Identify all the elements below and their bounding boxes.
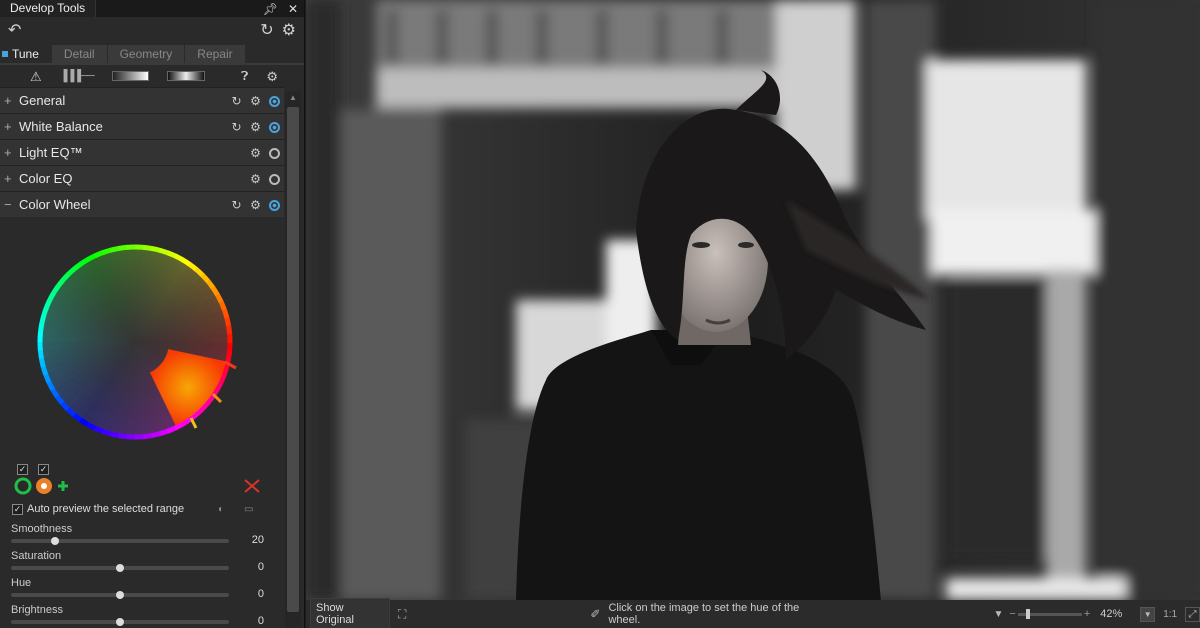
section-color-wheel[interactable]: − Color Wheel ↻ ⚙ — [0, 191, 284, 217]
enable-toggle[interactable] — [269, 173, 280, 185]
enable-toggle[interactable] — [269, 121, 280, 133]
photo-viewer[interactable] — [306, 0, 1200, 600]
smoothness-slider[interactable] — [11, 537, 229, 545]
saturation-slider[interactable] — [11, 564, 229, 572]
section-label: Color Wheel — [19, 197, 91, 212]
photo[interactable] — [306, 0, 1200, 600]
section-label: Light EQ™ — [19, 145, 83, 160]
enable-toggle[interactable] — [269, 95, 280, 107]
section-light-eq[interactable]: + Light EQ™ ⚙ — [0, 139, 284, 165]
reset-all-icon[interactable]: ↻ — [260, 23, 273, 39]
fullscreen-icon[interactable]: ⛶ — [398, 607, 406, 622]
hue-label: Hue — [11, 577, 32, 589]
smoothness-label: Smoothness — [11, 523, 73, 535]
reset-icon[interactable]: ↻ — [227, 120, 246, 134]
orange-range-center-icon — [41, 483, 47, 489]
settings-icon[interactable]: ⚙ — [282, 23, 296, 39]
tone-gradient-icon[interactable] — [111, 71, 150, 81]
tool-tabs: Tune Detail Geometry Repair — [0, 45, 304, 65]
range-1-checkbox[interactable]: ✓ — [17, 464, 28, 475]
saturation-slider-thumb[interactable] — [116, 564, 124, 572]
tab-geometry[interactable]: Geometry — [107, 45, 185, 63]
tab-tune[interactable]: Tune — [0, 45, 51, 63]
hue-slider-thumb[interactable] — [116, 591, 124, 599]
panel-toolbar: ↶ ↻ ⚙ — [0, 17, 304, 45]
zoom-slider[interactable] — [1017, 608, 1082, 619]
section-color-eq[interactable]: + Color EQ ⚙ — [0, 165, 284, 191]
section-label: General — [19, 93, 66, 108]
zoom-slider-group: − + — [1009, 608, 1090, 620]
one-to-one-button[interactable]: 1:1 — [1163, 609, 1177, 620]
gear-icon[interactable]: ⚙ — [246, 120, 265, 134]
panel-scrollbar[interactable]: ▲ — [285, 91, 301, 628]
gear-icon[interactable]: ⚙ — [246, 94, 265, 108]
green-range-icon[interactable] — [14, 477, 32, 495]
expand-icon[interactable]: + — [4, 145, 16, 160]
saturation-value[interactable]: 0 — [236, 561, 264, 573]
hint-text: Click on the image to set the hue of the… — [608, 602, 800, 626]
hue-value[interactable]: 0 — [236, 588, 264, 600]
gear-icon[interactable]: ⚙ — [246, 172, 265, 186]
preview-tools-row: ⚠ ▐▐▐── ❓︎ ⚙ — [0, 65, 304, 87]
color-picker-icon: ✐ — [590, 607, 601, 621]
fit-icon[interactable]: ⤢ — [1185, 606, 1200, 622]
gear-icon[interactable]: ⚙ — [246, 198, 265, 212]
expand-icon[interactable]: + — [4, 93, 16, 108]
enable-toggle[interactable] — [269, 199, 280, 211]
gear-icon[interactable]: ⚙ — [246, 146, 265, 160]
tab-repair[interactable]: Repair — [185, 45, 245, 63]
zoom-menu-icon[interactable]: ▼ — [1140, 606, 1156, 622]
smoothness-slider-thumb[interactable] — [50, 537, 59, 545]
brightness-slider[interactable] — [11, 618, 229, 626]
add-range-icon[interactable] — [58, 481, 68, 491]
range-2-checkbox[interactable]: ✓ — [38, 464, 49, 475]
panel-title: Develop Tools — [0, 0, 97, 17]
pin-icon[interactable]: 📌︎ — [263, 2, 278, 16]
auto-preview-label: Auto preview the selected range — [27, 503, 185, 515]
brightness-slider-thumb[interactable] — [116, 618, 124, 626]
warning-icon[interactable]: ⚠ — [30, 70, 42, 83]
undo-icon[interactable]: ↶ — [8, 23, 21, 39]
enable-toggle[interactable] — [269, 147, 280, 159]
brightness-value[interactable]: 0 — [236, 615, 264, 627]
tools-settings-icon[interactable]: ⚙ — [266, 70, 278, 83]
zoom-dropdown-icon[interactable]: ▼ — [993, 609, 1003, 620]
zoom-in-icon[interactable]: + — [1084, 608, 1090, 620]
panel-titlebar: Develop Tools 📌︎ ✕ — [0, 0, 304, 17]
midtone-gradient-icon[interactable] — [167, 71, 206, 81]
help-icon[interactable]: ❓︎ — [241, 70, 248, 82]
section-general[interactable]: + General ↻ ⚙ — [0, 87, 284, 113]
expand-icon[interactable]: + — [4, 119, 16, 134]
status-bar: Show Original ⛶ ✐ Click on the image to … — [306, 598, 1200, 628]
smoothness-value[interactable]: 20 — [236, 534, 264, 546]
color-wheel[interactable] — [30, 237, 240, 447]
expand-icon[interactable]: + — [4, 171, 16, 186]
color-wheel-body: ✓ ✓ ✓ Auto preview the selected range ◐ … — [0, 218, 285, 628]
auto-preview-row: ✓ Auto preview the selected range — [12, 503, 184, 515]
auto-preview-checkbox[interactable]: ✓ — [12, 503, 23, 515]
histogram-icon[interactable]: ▐▐▐── — [60, 70, 95, 82]
close-icon[interactable]: ✕ — [288, 2, 298, 16]
show-original-button[interactable]: Show Original — [310, 598, 390, 628]
preview-mode-icon[interactable]: ◐ — [218, 504, 224, 515]
hue-slider[interactable] — [11, 591, 229, 599]
section-label: Color EQ — [19, 171, 73, 186]
zoom-slider-thumb[interactable] — [1025, 608, 1030, 619]
reset-icon[interactable]: ↻ — [227, 94, 246, 108]
scroll-up-icon[interactable]: ▲ — [289, 93, 297, 102]
zoom-level: 42% — [1100, 608, 1123, 620]
collapse-icon[interactable]: − — [4, 197, 16, 212]
section-white-balance[interactable]: + White Balance ↻ ⚙ — [0, 113, 284, 139]
mask-preview-icon[interactable]: ▭ — [244, 504, 253, 515]
scrollbar-thumb[interactable] — [287, 107, 299, 612]
section-label: White Balance — [19, 119, 103, 134]
reset-icon[interactable]: ↻ — [227, 198, 246, 212]
brightness-label: Brightness — [11, 604, 63, 616]
zoom-out-icon[interactable]: − — [1009, 608, 1015, 620]
range-selectors — [14, 477, 68, 495]
tab-detail[interactable]: Detail — [51, 45, 107, 63]
develop-tools-panel: Develop Tools 📌︎ ✕ ↶ ↻ ⚙ Tune Detail Geo… — [0, 0, 305, 628]
delete-range-icon[interactable] — [243, 479, 261, 493]
saturation-label: Saturation — [11, 550, 62, 562]
